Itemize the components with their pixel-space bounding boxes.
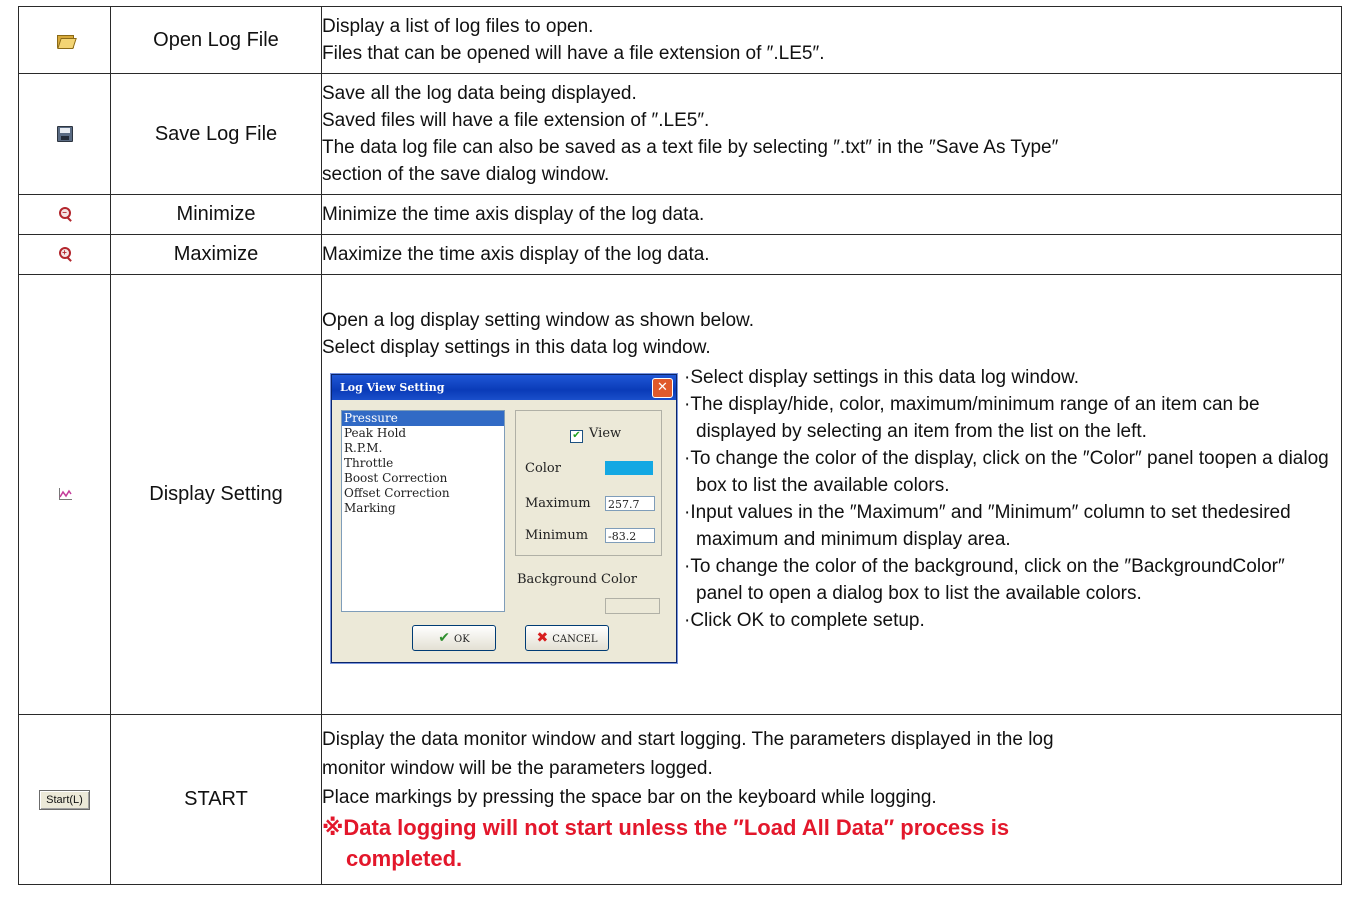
description-line: Save all the log data being displayed. xyxy=(322,83,637,104)
dialog-illustration: Log View Setting ✕ Pressure Peak Hold R.… xyxy=(322,361,1341,683)
description-line: Display a list of log files to open. xyxy=(322,16,594,37)
description-line: Minimize the time axis display of the lo… xyxy=(322,204,705,225)
description-line: The data log file can also be saved as a… xyxy=(322,137,1059,158)
close-icon[interactable]: ✕ xyxy=(652,377,673,398)
function-description: Maximize the time axis display of the lo… xyxy=(321,234,1342,275)
cancel-button[interactable]: ✖ CANCEL xyxy=(525,624,609,651)
icon-cell xyxy=(18,6,111,74)
zoom-out-icon[interactable]: − xyxy=(57,206,73,223)
checkbox-check-icon: ✔ xyxy=(570,429,583,443)
function-description: Display the data monitor window and star… xyxy=(321,714,1342,885)
list-item[interactable]: Marking xyxy=(342,501,504,516)
description-line: monitor window will be the parameters lo… xyxy=(322,758,713,779)
table-row-display-setting: Display Setting Open a log display setti… xyxy=(18,274,1342,715)
ok-label: OK xyxy=(454,633,470,645)
maximum-label: Maximum xyxy=(525,495,591,511)
start-button[interactable]: Start(L) xyxy=(39,789,90,810)
maximum-input[interactable]: 257.7 xyxy=(605,495,655,511)
description-line: Open a log display setting window as sho… xyxy=(322,309,754,331)
description-line: Select display settings in this data log… xyxy=(322,336,711,358)
function-name: Open Log File xyxy=(110,6,322,74)
table-row-minimize: − Minimize Minimize the time axis displa… xyxy=(18,194,1342,235)
display-setting-intro: Open a log display setting window as sho… xyxy=(322,307,1341,361)
function-name: Save Log File xyxy=(110,73,322,195)
description-line: Saved files will have a file extension o… xyxy=(322,110,710,131)
note-item: ·The display/hide, color, maximum/minimu… xyxy=(684,393,1260,442)
minimum-label: Minimum xyxy=(525,527,589,543)
list-item[interactable]: Pressure xyxy=(342,410,504,426)
list-item[interactable]: Boost Correction xyxy=(342,471,504,486)
dialog-title: Log View Setting xyxy=(332,374,676,400)
icon-cell: + xyxy=(18,234,111,275)
cancel-label: CANCEL xyxy=(552,633,598,645)
item-settings-panel: ✔ View Color Maximum 257.7 Minimum -83.2 xyxy=(515,409,662,556)
chart-setting-icon[interactable] xyxy=(57,487,73,501)
function-name: Display Setting xyxy=(110,274,322,715)
icon-cell xyxy=(18,73,111,195)
function-description: Minimize the time axis display of the lo… xyxy=(321,194,1342,235)
warning-line: ※Data logging will not start unless the … xyxy=(322,815,1010,840)
description-line: Display the data monitor window and star… xyxy=(322,729,1054,750)
ok-button[interactable]: ✔ OK xyxy=(412,624,496,651)
function-description: Save all the log data being displayed. S… xyxy=(321,73,1342,195)
icon-cell xyxy=(18,274,111,715)
table-row-start: Start(L) START Display the data monitor … xyxy=(18,714,1342,885)
list-item[interactable]: Peak Hold xyxy=(342,426,504,441)
list-item[interactable]: Offset Correction xyxy=(342,486,504,501)
view-checkbox[interactable]: ✔ View xyxy=(570,426,621,443)
icon-cell: − xyxy=(18,194,111,235)
check-icon: ✔ xyxy=(438,629,451,646)
setting-notes: ·Select display settings in this data lo… xyxy=(684,364,1332,634)
function-description: Display a list of log files to open. Fil… xyxy=(321,6,1342,74)
background-color-swatch[interactable] xyxy=(605,597,660,614)
description-line: Place markings by pressing the space bar… xyxy=(322,787,937,808)
view-label: View xyxy=(589,425,622,441)
table-row-open-log: Open Log File Display a list of log file… xyxy=(18,6,1342,74)
function-description: Open a log display setting window as sho… xyxy=(321,274,1342,715)
background-color-label: Background Color xyxy=(517,571,637,587)
color-label: Color xyxy=(525,460,561,476)
icon-cell: Start(L) xyxy=(18,714,111,885)
function-name: Minimize xyxy=(110,194,322,235)
cross-icon: ✖ xyxy=(536,629,549,646)
note-item: ·Input values in the ″Maximum″ and ″Mini… xyxy=(684,501,1291,550)
color-swatch[interactable] xyxy=(605,460,653,475)
warning-note: ※Data logging will not start unless the … xyxy=(322,812,1341,874)
note-item: ·To change the color of the background, … xyxy=(684,555,1285,604)
note-item: ·Click OK to complete setup. xyxy=(684,609,925,631)
item-list[interactable]: Pressure Peak Hold R.P.M. Throttle Boost… xyxy=(341,409,505,612)
note-item: ·Select display settings in this data lo… xyxy=(684,366,1079,388)
warning-line: completed. xyxy=(346,846,463,871)
description-line: Maximize the time axis display of the lo… xyxy=(322,244,710,265)
minimum-input[interactable]: -83.2 xyxy=(605,527,655,543)
zoom-in-icon[interactable]: + xyxy=(57,246,73,263)
note-item: ·To change the color of the display, cli… xyxy=(684,447,1329,496)
list-item[interactable]: Throttle xyxy=(342,456,504,471)
function-table: Open Log File Display a list of log file… xyxy=(18,6,1342,885)
function-name: START xyxy=(110,714,322,885)
function-name: Maximize xyxy=(110,234,322,275)
table-row-maximize: + Maximize Maximize the time axis displa… xyxy=(18,234,1342,275)
list-item[interactable]: R.P.M. xyxy=(342,441,504,456)
description-line: section of the save dialog window. xyxy=(322,164,610,185)
save-disk-icon[interactable] xyxy=(56,125,73,142)
open-folder-icon[interactable] xyxy=(56,32,77,49)
description-line: Files that can be opened will have a fil… xyxy=(322,43,825,64)
table-row-save-log: Save Log File Save all the log data bein… xyxy=(18,73,1342,195)
log-view-setting-dialog: Log View Setting ✕ Pressure Peak Hold R.… xyxy=(331,373,677,663)
